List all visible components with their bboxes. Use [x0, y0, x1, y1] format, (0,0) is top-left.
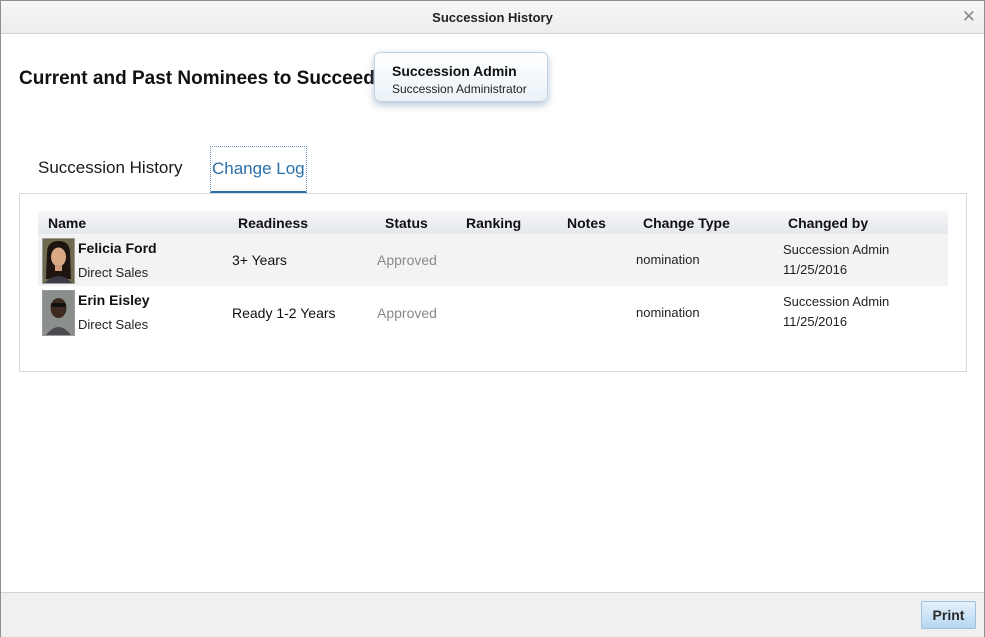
readiness-value: 3+ Years — [232, 252, 287, 268]
dialog-title: Succession History — [432, 10, 553, 25]
tab-change-log[interactable]: Change Log — [210, 146, 307, 193]
status-value: Approved — [377, 305, 437, 321]
position-card[interactable]: Succession Admin Succession Administrato… — [374, 52, 548, 102]
nominee-name[interactable]: Erin Eisley — [78, 292, 150, 308]
column-header-changed-by: Changed by — [788, 215, 869, 231]
column-header-readiness: Readiness — [238, 215, 309, 231]
changed-date-value: 11/25/2016 — [783, 262, 848, 277]
dialog-footer: Print — [1, 592, 984, 637]
column-header-notes: Notes — [567, 215, 606, 231]
close-icon[interactable]: ✕ — [962, 7, 976, 27]
change-type-value: nomination — [636, 252, 700, 267]
table-row: Erin Eisley Direct Sales Ready 1-2 Years… — [38, 286, 948, 338]
dialog-titlebar: Succession History ✕ — [1, 1, 984, 34]
status-value: Approved — [377, 252, 437, 268]
changed-by-value: Succession Admin — [783, 242, 890, 257]
nominee-name[interactable]: Felicia Ford — [78, 240, 157, 256]
print-button[interactable]: Print — [921, 601, 976, 629]
table-header: Name Readiness Status Ranking Notes Chan… — [38, 211, 948, 234]
changed-date-value: 11/25/2016 — [783, 314, 848, 329]
page-heading: Current and Past Nominees to Succeed — [19, 68, 375, 89]
position-card-name: Succession Admin — [392, 63, 517, 79]
position-card-role: Succession Administrator — [392, 82, 527, 96]
avatar[interactable] — [42, 238, 75, 284]
changed-by-value: Succession Admin — [783, 294, 890, 309]
change-log-panel: Name Readiness Status Ranking Notes Chan… — [19, 193, 967, 372]
tab-succession-history[interactable]: Succession History — [38, 146, 183, 190]
table-row: Felicia Ford Direct Sales 3+ Years Appro… — [38, 234, 948, 286]
readiness-value: Ready 1-2 Years — [232, 305, 336, 321]
column-header-status: Status — [385, 215, 428, 231]
nominee-department: Direct Sales — [78, 265, 149, 280]
succession-history-dialog: Succession History ✕ Current and Past No… — [0, 0, 985, 637]
column-header-change-type: Change Type — [643, 215, 730, 231]
change-type-value: nomination — [636, 305, 700, 320]
column-header-ranking: Ranking — [466, 215, 522, 231]
avatar[interactable] — [42, 290, 75, 336]
column-header-name: Name — [48, 215, 87, 231]
nominee-department: Direct Sales — [78, 317, 149, 332]
